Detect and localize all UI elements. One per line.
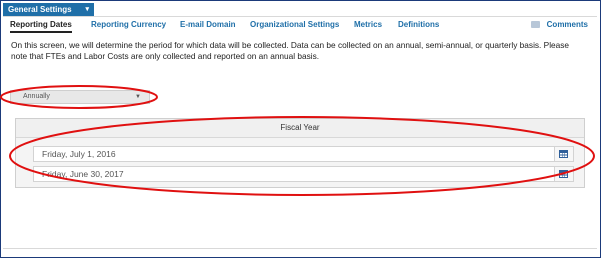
calendar-icon [559, 150, 568, 158]
fiscal-year-header: Fiscal Year [16, 119, 584, 138]
comments-link[interactable]: Comments [531, 20, 588, 29]
fiscal-year-end-date[interactable]: Friday, June 30, 2017 [33, 166, 574, 182]
caret-down-icon: ▾ [85, 6, 89, 13]
tab-metrics[interactable]: Metrics [354, 20, 382, 29]
comment-icon [531, 21, 541, 29]
start-date-calendar-button[interactable] [554, 147, 573, 161]
calendar-icon [559, 170, 568, 178]
tab-reporting-dates[interactable]: Reporting Dates [10, 20, 72, 33]
general-settings-label: General Settings [8, 5, 72, 14]
general-settings-dropdown[interactable]: General Settings ▾ [3, 3, 94, 16]
comments-label: Comments [546, 20, 588, 29]
bottom-divider [3, 248, 597, 249]
start-date-value: Friday, July 1, 2016 [42, 149, 116, 159]
tab-email-domain[interactable]: E-mail Domain [180, 20, 236, 29]
end-date-calendar-button[interactable] [554, 167, 573, 181]
frequency-select-value: Annually [23, 93, 50, 100]
page-description: On this screen, we will determine the pe… [11, 40, 570, 61]
top-bar: General Settings ▾ [3, 3, 597, 17]
frequency-select[interactable]: Annually ▼ [10, 90, 150, 104]
tab-definitions[interactable]: Definitions [398, 20, 439, 29]
tab-organizational-settings[interactable]: Organizational Settings [250, 20, 339, 29]
fiscal-year-start-date[interactable]: Friday, July 1, 2016 [33, 146, 574, 162]
end-date-value: Friday, June 30, 2017 [42, 169, 124, 179]
tab-reporting-currency[interactable]: Reporting Currency [91, 20, 166, 29]
chevron-down-icon: ▼ [135, 94, 141, 100]
